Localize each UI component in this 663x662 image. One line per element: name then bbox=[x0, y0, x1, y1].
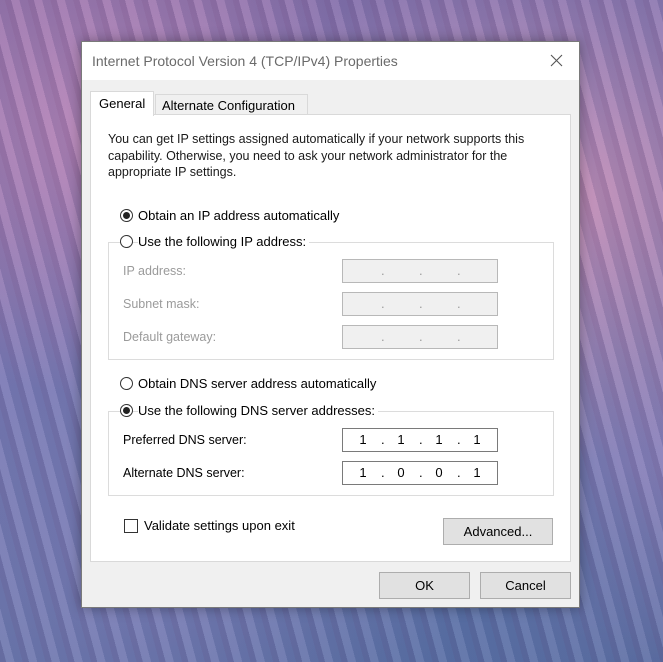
general-tab-panel: You can get IP settings assigned automat… bbox=[90, 114, 571, 562]
cancel-button[interactable]: Cancel bbox=[480, 572, 571, 599]
subnet-mask-field[interactable]: ... bbox=[342, 292, 498, 316]
obtain-ip-auto-radio[interactable] bbox=[120, 209, 133, 222]
preferred-dns-label: Preferred DNS server: bbox=[123, 433, 247, 447]
default-gateway-field[interactable]: ... bbox=[342, 325, 498, 349]
close-icon bbox=[550, 54, 563, 67]
subnet-mask-label: Subnet mask: bbox=[123, 297, 200, 311]
title-bar[interactable]: Internet Protocol Version 4 (TCP/IPv4) P… bbox=[82, 42, 579, 80]
tab-alternate-configuration[interactable]: Alternate Configuration bbox=[155, 94, 308, 116]
obtain-dns-auto-radio[interactable] bbox=[120, 377, 133, 390]
tcpip-properties-dialog: Internet Protocol Version 4 (TCP/IPv4) P… bbox=[81, 41, 580, 608]
alternate-dns-field[interactable]: 1 . 0 . 0 . 1 bbox=[342, 461, 498, 485]
advanced-button[interactable]: Advanced... bbox=[443, 518, 553, 545]
ip-address-field[interactable]: ... bbox=[342, 259, 498, 283]
window-title: Internet Protocol Version 4 (TCP/IPv4) P… bbox=[92, 53, 398, 69]
ip-address-label: IP address: bbox=[123, 264, 187, 278]
default-gateway-label: Default gateway: bbox=[123, 330, 217, 344]
use-following-ip-radio[interactable] bbox=[120, 235, 133, 248]
alternate-dns-label: Alternate DNS server: bbox=[123, 466, 245, 480]
ok-button[interactable]: OK bbox=[379, 572, 470, 599]
use-following-dns-radio[interactable] bbox=[120, 404, 133, 417]
intro-text: You can get IP settings assigned automat… bbox=[108, 132, 525, 179]
close-button[interactable] bbox=[535, 42, 579, 80]
tab-general[interactable]: General bbox=[90, 91, 154, 116]
validate-settings-checkbox[interactable] bbox=[124, 519, 138, 533]
preferred-dns-field[interactable]: 1 . 1 . 1 . 1 bbox=[342, 428, 498, 452]
